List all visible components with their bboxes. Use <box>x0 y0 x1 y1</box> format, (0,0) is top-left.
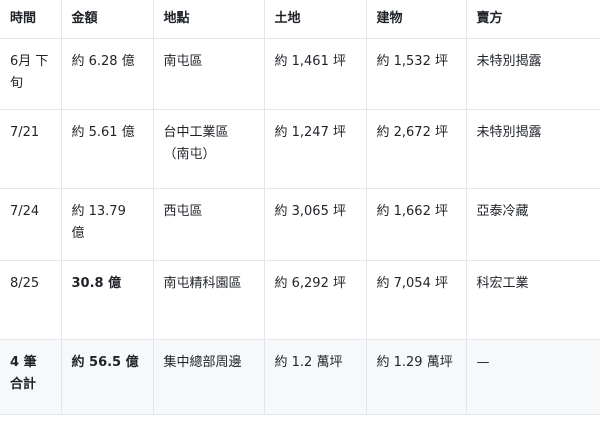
table-body: 6月 下旬 約 6.28 億 南屯區 約 1,461 坪 約 1,532 坪 未… <box>0 38 600 415</box>
cell-seller: 亞泰冷藏 <box>466 188 600 261</box>
header-building: 建物 <box>366 0 467 39</box>
cell-seller: 未特別揭露 <box>466 38 600 110</box>
cell-land: 約 1,247 坪 <box>264 109 367 189</box>
cell-land: 約 3,065 坪 <box>264 188 367 261</box>
cell-location: 南屯區 <box>153 38 265 110</box>
cell-building: 約 2,672 坪 <box>366 109 467 189</box>
cell-time: 8/25 <box>0 260 62 340</box>
table-header: 時間 金額 地點 土地 建物 賣方 <box>0 0 600 39</box>
header-seller: 賣方 <box>466 0 600 39</box>
header-land: 土地 <box>264 0 367 39</box>
table-row: 7/24 約 13.79 億 西屯區 約 3,065 坪 約 1,662 坪 亞… <box>0 188 600 261</box>
header-location: 地點 <box>153 0 265 39</box>
cell-building: 約 1,662 坪 <box>366 188 467 261</box>
cell-location: 西屯區 <box>153 188 265 261</box>
cell-amount: 30.8 億 <box>61 260 154 340</box>
cell-land: 約 1.2 萬坪 <box>264 339 367 415</box>
cell-time: 7/21 <box>0 109 62 189</box>
cell-amount: 約 6.28 億 <box>61 38 154 110</box>
table-row: 8/25 30.8 億 南屯精科園區 約 6,292 坪 約 7,054 坪 科… <box>0 260 600 340</box>
cell-amount: 約 13.79 億 <box>61 188 154 261</box>
cell-land: 約 6,292 坪 <box>264 260 367 340</box>
header-row: 時間 金額 地點 土地 建物 賣方 <box>0 0 600 39</box>
header-amount: 金額 <box>61 0 154 39</box>
cell-seller: — <box>466 339 600 415</box>
cell-seller: 未特別揭露 <box>466 109 600 189</box>
table-row: 6月 下旬 約 6.28 億 南屯區 約 1,461 坪 約 1,532 坪 未… <box>0 38 600 110</box>
cell-location: 集中總部周邊 <box>153 339 265 415</box>
cell-building: 約 1,532 坪 <box>366 38 467 110</box>
total-row: 4 筆 合計 約 56.5 億 集中總部周邊 約 1.2 萬坪 約 1.29 萬… <box>0 339 600 415</box>
cell-building: 約 7,054 坪 <box>366 260 467 340</box>
cell-time: 4 筆 合計 <box>0 339 62 415</box>
table-row: 7/21 約 5.61 億 台中工業區（南屯） 約 1,247 坪 約 2,67… <box>0 109 600 189</box>
cell-location: 南屯精科園區 <box>153 260 265 340</box>
cell-location: 台中工業區（南屯） <box>153 109 265 189</box>
transactions-table: 時間 金額 地點 土地 建物 賣方 6月 下旬 約 6.28 億 南屯區 約 1… <box>0 0 600 415</box>
cell-amount: 約 56.5 億 <box>61 339 154 415</box>
cell-time: 7/24 <box>0 188 62 261</box>
cell-time: 6月 下旬 <box>0 38 62 110</box>
cell-seller: 科宏工業 <box>466 260 600 340</box>
header-time: 時間 <box>0 0 62 39</box>
cell-land: 約 1,461 坪 <box>264 38 367 110</box>
cell-building: 約 1.29 萬坪 <box>366 339 467 415</box>
cell-amount: 約 5.61 億 <box>61 109 154 189</box>
